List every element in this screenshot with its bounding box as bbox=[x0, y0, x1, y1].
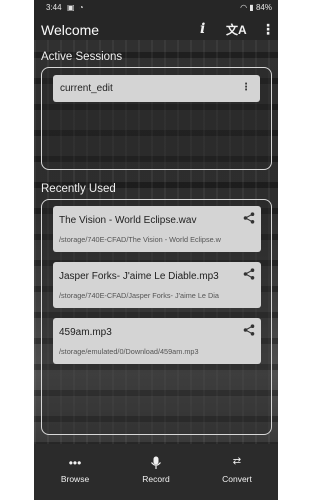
session-menu-icon[interactable]: ⋮ bbox=[241, 82, 251, 93]
file-name: 459am.mp3 bbox=[59, 327, 112, 338]
nav-browse-label: Browse bbox=[60, 474, 90, 484]
active-sessions-panel: current_edit ⋮ bbox=[41, 67, 272, 170]
file-path: /storage/740E-CFAD/Jasper Forks- J'aime … bbox=[59, 291, 219, 300]
wifi-icon: ◠ bbox=[240, 3, 248, 12]
share-icon[interactable] bbox=[243, 324, 255, 336]
page-title: Welcome bbox=[41, 22, 100, 38]
share-icon[interactable] bbox=[243, 268, 255, 280]
battery-level: 84% bbox=[255, 3, 272, 12]
status-bar: 3:44 ▣ ◔ ◠ ▮ 84% bbox=[34, 0, 278, 14]
nav-browse[interactable]: ••• Browse bbox=[45, 456, 105, 484]
translate-icon[interactable]: 文A bbox=[226, 21, 247, 38]
bottom-navigation: ••• Browse Record ⇄ Convert bbox=[34, 444, 278, 500]
file-path: /storage/740E-CFAD/The Vision - World Ec… bbox=[59, 235, 221, 244]
more-vert-icon[interactable]: ⋮ bbox=[261, 21, 275, 38]
recent-file-item[interactable]: 459am.mp3 /storage/emulated/0/Download/4… bbox=[53, 318, 261, 364]
more-horiz-icon: ••• bbox=[68, 456, 82, 470]
nav-convert[interactable]: ⇄ Convert bbox=[207, 456, 267, 484]
phone-screen: 3:44 ▣ ◔ ◠ ▮ 84% Welcome i 文A ⋮ Active S… bbox=[34, 0, 278, 500]
picture-icon: ▣ bbox=[67, 3, 76, 12]
app-bar: Welcome i 文A ⋮ bbox=[34, 14, 278, 46]
left-margin bbox=[0, 0, 34, 500]
file-name: Jasper Forks- J'aime Le Diable.mp3 bbox=[59, 271, 219, 282]
share-icon[interactable] bbox=[243, 212, 255, 224]
file-name: The Vision - World Eclipse.wav bbox=[59, 215, 197, 226]
nav-convert-label: Convert bbox=[222, 474, 252, 484]
status-time: 3:44 bbox=[46, 3, 62, 12]
nav-record[interactable]: Record bbox=[126, 456, 186, 484]
right-margin bbox=[278, 0, 312, 500]
battery-icon: ▮ bbox=[249, 3, 254, 12]
recent-file-item[interactable]: Jasper Forks- J'aime Le Diable.mp3 /stor… bbox=[53, 262, 261, 308]
session-item[interactable]: current_edit ⋮ bbox=[53, 75, 260, 102]
session-label: current_edit bbox=[60, 83, 113, 94]
swap-arrows-icon: ⇄ bbox=[232, 456, 242, 467]
notification-icons: ▣ ◔ bbox=[67, 3, 85, 12]
nav-record-label: Record bbox=[142, 474, 170, 484]
recently-used-panel: The Vision - World Eclipse.wav /storage/… bbox=[41, 199, 272, 435]
info-icon[interactable]: i bbox=[200, 21, 205, 37]
microphone-icon bbox=[151, 456, 161, 469]
sync-icon: ◔ bbox=[78, 3, 85, 12]
recent-file-item[interactable]: The Vision - World Eclipse.wav /storage/… bbox=[53, 206, 261, 252]
status-right: ◠ ▮ 84% bbox=[240, 3, 272, 12]
active-sessions-heading: Active Sessions bbox=[41, 51, 123, 63]
recently-used-heading: Recently Used bbox=[41, 183, 116, 195]
file-path: /storage/emulated/0/Download/459am.mp3 bbox=[59, 347, 199, 356]
